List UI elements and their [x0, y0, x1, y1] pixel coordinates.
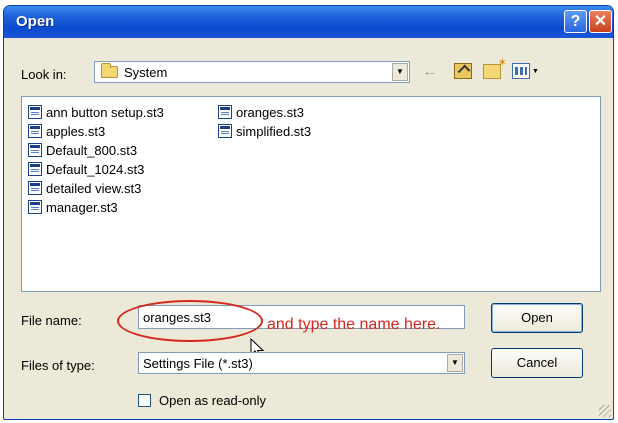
views-menu-icon[interactable]: [512, 63, 530, 79]
folder-icon: [101, 63, 118, 78]
files-of-type-label: Files of type:: [21, 358, 95, 373]
look-in-label: Look in:: [21, 67, 67, 82]
file-item[interactable]: Default_800.st3: [28, 141, 137, 159]
file-item[interactable]: oranges.st3: [218, 103, 304, 121]
read-only-checkbox[interactable]: [138, 394, 151, 407]
file-name-label: detailed view.st3: [46, 180, 142, 196]
files-of-type-value: Settings File (*.st3): [143, 356, 253, 371]
resize-grip-icon[interactable]: [599, 405, 611, 417]
file-name-label: manager.st3: [46, 199, 118, 215]
file-name-label: apples.st3: [46, 123, 106, 139]
file-item[interactable]: ann button setup.st3: [28, 103, 164, 121]
look-in-value: System: [124, 65, 168, 80]
title-bar[interactable]: Open ? ✕: [4, 6, 613, 38]
file-name-field-label: File name:: [21, 313, 82, 328]
screenshot: Open ? ✕ Look in: System ▼ ← ▼ ann butto…: [0, 0, 618, 423]
back-arrow-icon[interactable]: ←: [422, 64, 438, 80]
file-item[interactable]: manager.st3: [28, 198, 118, 216]
settings-file-icon: [28, 200, 42, 214]
file-name-label: simplified.st3: [236, 123, 312, 139]
close-button[interactable]: ✕: [589, 10, 612, 33]
file-name-label: oranges.st3: [236, 104, 304, 120]
chevron-down-icon[interactable]: ▼: [447, 354, 463, 372]
settings-file-icon: [218, 124, 232, 138]
file-name-label: Default_800.st3: [46, 142, 138, 158]
files-of-type-select[interactable]: Settings File (*.st3) ▼: [138, 352, 465, 374]
file-list[interactable]: ann button setup.st3 apples.st3 Default_…: [21, 96, 601, 292]
settings-file-icon: [28, 105, 42, 119]
file-item[interactable]: apples.st3: [28, 122, 105, 140]
file-item[interactable]: detailed view.st3: [28, 179, 141, 197]
look-in-combobox[interactable]: System ▼: [94, 61, 410, 83]
new-folder-icon[interactable]: [483, 56, 507, 79]
up-one-level-icon[interactable]: [454, 63, 472, 79]
open-button[interactable]: Open: [491, 303, 583, 333]
open-dialog: Open ? ✕ Look in: System ▼ ← ▼ ann butto…: [3, 5, 614, 420]
settings-file-icon: [28, 162, 42, 176]
read-only-label: Open as read-only: [159, 393, 266, 408]
file-item[interactable]: simplified.st3: [218, 122, 311, 140]
cancel-button[interactable]: Cancel: [491, 348, 583, 378]
settings-file-icon: [218, 105, 232, 119]
annotation-highlight-oval: [117, 300, 263, 342]
dialog-title: Open: [16, 13, 55, 30]
settings-file-icon: [28, 181, 42, 195]
settings-file-icon: [28, 124, 42, 138]
file-name-label: Default_1024.st3: [46, 161, 145, 177]
chevron-down-icon[interactable]: ▼: [392, 63, 408, 81]
annotation-text: and type the name here.: [267, 316, 441, 333]
help-button[interactable]: ?: [564, 10, 587, 33]
views-dropdown-icon[interactable]: ▼: [532, 68, 539, 75]
settings-file-icon: [28, 143, 42, 157]
file-name-label: ann button setup.st3: [46, 104, 164, 120]
file-item[interactable]: Default_1024.st3: [28, 160, 144, 178]
